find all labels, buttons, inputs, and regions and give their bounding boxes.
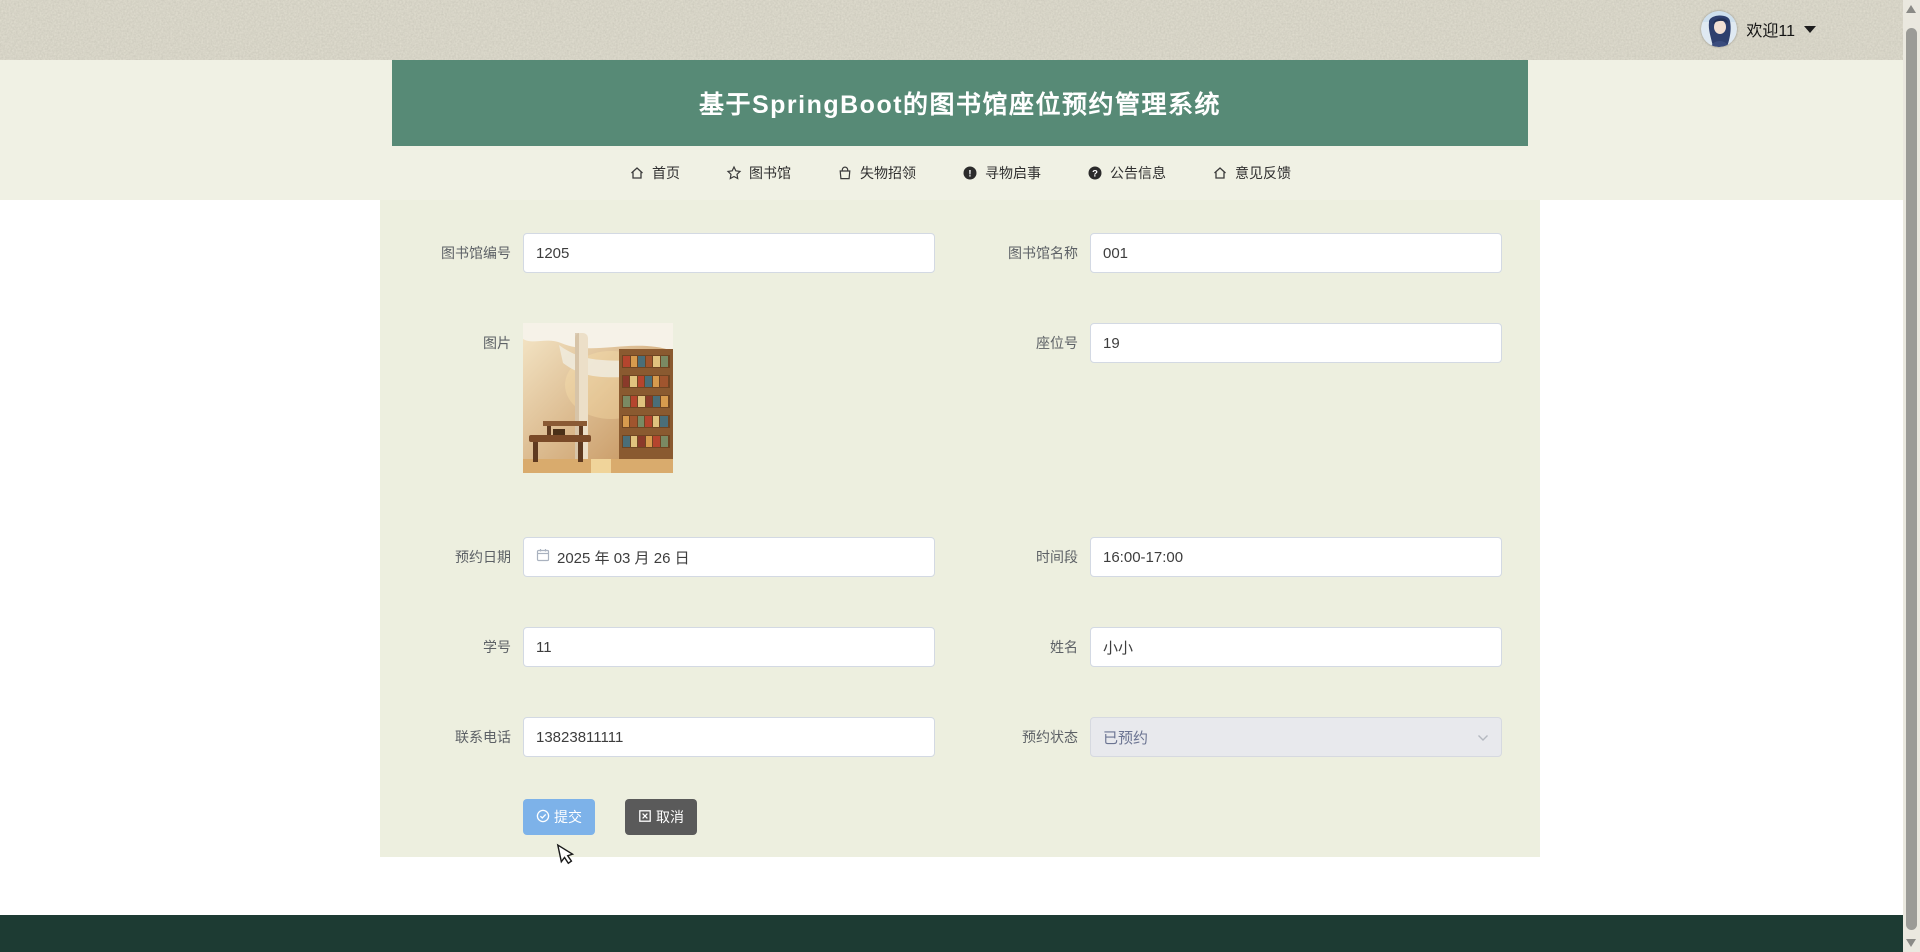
question-circle-icon: ? bbox=[1087, 165, 1103, 181]
seat-no-field: 座位号 bbox=[960, 323, 1540, 473]
student-no-label: 学号 bbox=[483, 639, 511, 655]
bag-icon bbox=[837, 165, 853, 181]
cancel-button[interactable]: 取消 bbox=[625, 799, 697, 835]
reservation-form-panel: 图书馆编号 图书馆名称 图片 bbox=[380, 200, 1540, 857]
reserve-date-value: 2025 年 03 月 26 日 bbox=[557, 549, 690, 567]
vertical-scrollbar[interactable] bbox=[1903, 0, 1920, 952]
student-no-input[interactable] bbox=[523, 627, 935, 667]
nav-item-label: 意见反馈 bbox=[1235, 165, 1291, 181]
form-row: 图书馆编号 图书馆名称 bbox=[380, 233, 1540, 273]
form-row: 学号 姓名 bbox=[380, 627, 1540, 667]
form-row: 联系电话 预约状态 已预约 bbox=[380, 717, 1540, 757]
chevron-down-icon bbox=[1477, 729, 1489, 746]
time-slot-field: 时间段 bbox=[960, 537, 1540, 577]
nav-item-found-notice[interactable]: ! 寻物启事 bbox=[962, 163, 1041, 183]
chevron-down-icon[interactable] bbox=[1804, 25, 1816, 33]
star-icon bbox=[726, 165, 742, 181]
scroll-up-icon[interactable] bbox=[1906, 5, 1916, 13]
student-name-field: 姓名 bbox=[960, 627, 1540, 667]
status-label: 预约状态 bbox=[1022, 729, 1078, 745]
nav-item-announcements[interactable]: ? 公告信息 bbox=[1087, 163, 1166, 183]
phone-input[interactable] bbox=[523, 717, 935, 757]
cancel-button-label: 取消 bbox=[656, 809, 684, 825]
circle-check-icon bbox=[536, 809, 550, 826]
library-photo[interactable] bbox=[523, 323, 673, 473]
time-slot-label: 时间段 bbox=[1036, 549, 1078, 565]
info-circle-icon: ! bbox=[962, 165, 978, 181]
nav-item-label: 寻物启事 bbox=[985, 165, 1041, 181]
student-name-label: 姓名 bbox=[1050, 639, 1078, 655]
form-row: 图片 座位号 19 bbox=[380, 323, 1540, 473]
nav-item-label: 公告信息 bbox=[1110, 165, 1166, 181]
site-banner: 基于SpringBoot的图书馆座位预约管理系统 bbox=[392, 60, 1528, 146]
reserve-date-label: 预约日期 bbox=[455, 549, 511, 565]
svg-text:!: ! bbox=[968, 168, 971, 179]
form-actions: 提交 取消 bbox=[380, 799, 1540, 835]
picture-field: 图片 bbox=[380, 323, 960, 473]
user-menu[interactable]: 欢迎11 bbox=[1701, 11, 1816, 47]
status-select[interactable]: 已预约 bbox=[1090, 717, 1502, 757]
library-name-label: 图书馆名称 bbox=[1008, 245, 1078, 261]
seat-no-input[interactable] bbox=[1090, 323, 1502, 363]
library-no-field: 图书馆编号 bbox=[380, 233, 960, 273]
nav-item-library[interactable]: 图书馆 bbox=[726, 163, 791, 183]
form-row: 预约日期 2025 年 03 月 26 日 时间段 bbox=[380, 537, 1540, 577]
nav-item-lost-found[interactable]: 失物招领 bbox=[837, 163, 916, 183]
nav-item-label: 失物招领 bbox=[860, 165, 916, 181]
page-title: 基于SpringBoot的图书馆座位预约管理系统 bbox=[698, 91, 1222, 119]
student-no-field: 学号 bbox=[380, 627, 960, 667]
library-no-input[interactable] bbox=[523, 233, 935, 273]
home-icon bbox=[1212, 165, 1228, 181]
submit-button[interactable]: 提交 bbox=[523, 799, 595, 835]
nav-item-label: 首页 bbox=[652, 165, 680, 181]
library-name-input[interactable] bbox=[1090, 233, 1502, 273]
nav-item-home[interactable]: 首页 bbox=[629, 163, 680, 183]
footer bbox=[0, 915, 1920, 952]
time-slot-input[interactable] bbox=[1090, 537, 1502, 577]
scroll-down-icon[interactable] bbox=[1906, 939, 1916, 947]
calendar-icon bbox=[536, 548, 550, 566]
submit-button-label: 提交 bbox=[554, 809, 582, 825]
home-icon bbox=[629, 165, 645, 181]
texture-background bbox=[0, 0, 1920, 60]
scrollbar-thumb[interactable] bbox=[1906, 28, 1917, 930]
picture-label: 图片 bbox=[483, 335, 511, 351]
phone-field: 联系电话 bbox=[380, 717, 960, 757]
phone-label: 联系电话 bbox=[455, 729, 511, 745]
main-content: 图书馆编号 图书馆名称 图片 bbox=[0, 200, 1920, 915]
library-no-label: 图书馆编号 bbox=[441, 245, 511, 261]
reserve-date-input[interactable]: 2025 年 03 月 26 日 bbox=[523, 537, 935, 577]
status-select-value: 已预约 bbox=[1103, 729, 1149, 747]
avatar[interactable] bbox=[1701, 11, 1738, 47]
top-bar: 欢迎11 bbox=[0, 0, 1920, 60]
welcome-text: 欢迎11 bbox=[1746, 23, 1795, 40]
status-field: 预约状态 已预约 bbox=[960, 717, 1540, 757]
close-square-icon bbox=[638, 809, 652, 826]
reserve-date-field: 预约日期 2025 年 03 月 26 日 bbox=[380, 537, 960, 577]
svg-text:?: ? bbox=[1092, 168, 1098, 179]
nav-item-label: 图书馆 bbox=[749, 165, 791, 181]
seat-no-label: 座位号 bbox=[1036, 335, 1078, 351]
nav-item-feedback[interactable]: 意见反馈 bbox=[1212, 163, 1291, 183]
student-name-input[interactable] bbox=[1090, 627, 1502, 667]
library-name-field: 图书馆名称 bbox=[960, 233, 1540, 273]
header: 基于SpringBoot的图书馆座位预约管理系统 首页 图书馆 失物招领 ! 寻… bbox=[0, 60, 1920, 200]
main-nav: 首页 图书馆 失物招领 ! 寻物启事 ? 公告信息 意见反馈 bbox=[0, 146, 1920, 200]
